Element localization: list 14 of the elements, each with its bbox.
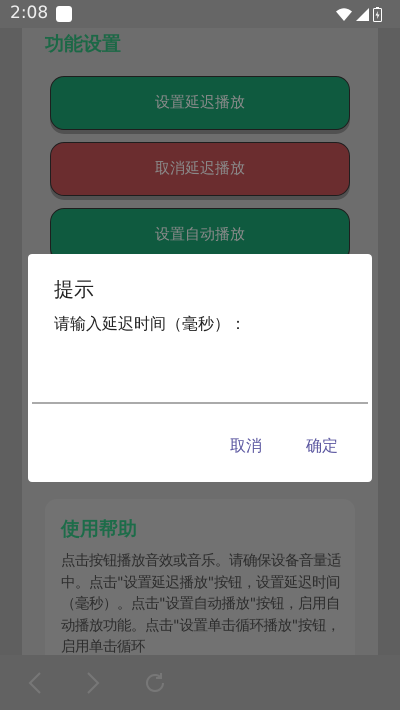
wifi-icon xyxy=(336,8,352,20)
action-button[interactable]: 设置延迟播放 xyxy=(50,76,350,130)
cancel-button[interactable]: 取消 xyxy=(216,428,276,464)
status-time: 2:08 xyxy=(10,2,48,26)
action-button[interactable]: 取消延迟播放 xyxy=(50,142,350,196)
help-text: 点击按钮播放音效或音乐。请确保设备音量适中。点击"设置延迟播放"按钮，设置延迟时间（毫秒）。点击"设置自动播放"按钮，启用自动播放功能。点击"设置单击循环播放"按钮，启用单击循环 xyxy=(61,552,341,655)
help-title: 使用帮助 xyxy=(61,516,138,542)
dialog-title: 提示 xyxy=(54,276,95,303)
dialog-message: 请输入延迟时间（毫秒）： xyxy=(54,313,247,335)
signal-icon xyxy=(356,8,369,20)
notification-icon xyxy=(56,6,72,22)
battery-icon xyxy=(373,6,382,22)
section-title: 功能设置 xyxy=(45,32,122,57)
confirm-button[interactable]: 确定 xyxy=(292,428,352,464)
